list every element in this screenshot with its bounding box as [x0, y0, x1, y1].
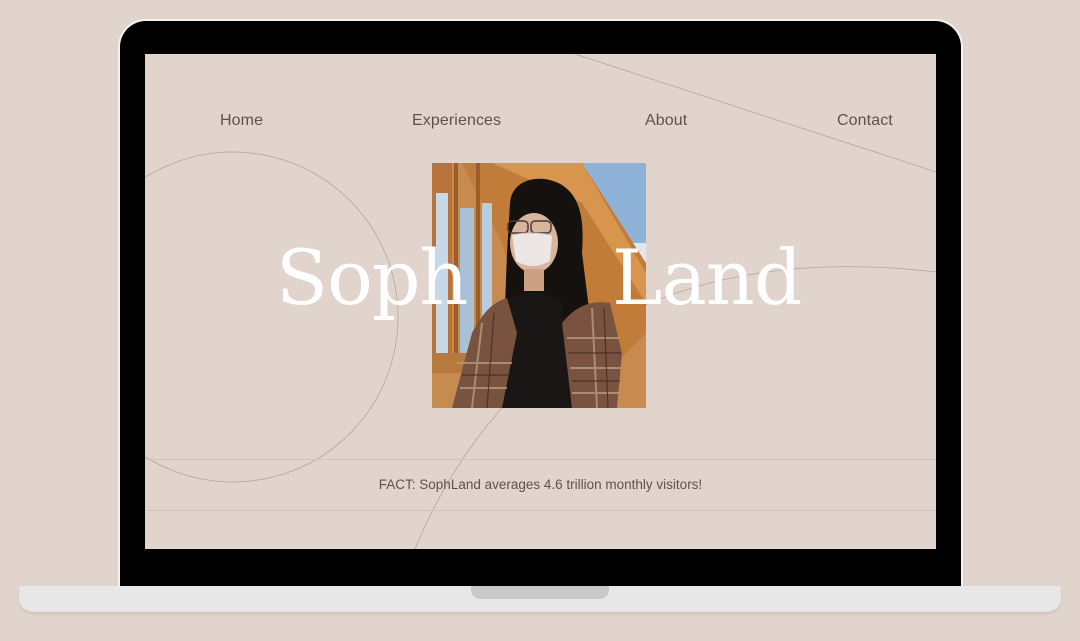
laptop-notch — [471, 586, 609, 599]
nav-experiences-link[interactable]: Experiences — [412, 112, 501, 130]
nav-home-link[interactable]: Home — [220, 112, 263, 130]
hero-title-right: Land — [612, 233, 802, 322]
laptop-screen: Home Experiences About Contact Soph Land… — [145, 54, 936, 549]
fact-text: FACT: SophLand averages 4.6 trillion mon… — [378, 477, 703, 492]
hero-title-left: Soph — [276, 233, 468, 322]
nav-about-link[interactable]: About — [645, 112, 687, 130]
nav-contact-link[interactable]: Contact — [837, 112, 893, 130]
